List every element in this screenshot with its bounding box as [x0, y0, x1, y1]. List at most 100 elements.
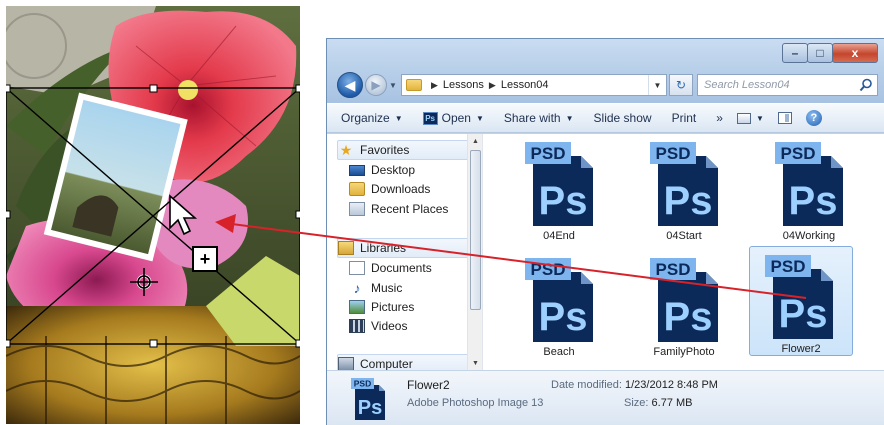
help-button[interactable]: ?: [805, 110, 822, 126]
breadcrumb-lesson04[interactable]: Lesson04: [501, 79, 549, 91]
details-file-name: Flower2: [407, 378, 450, 392]
chevron-down-icon: ▼: [394, 113, 403, 123]
search-icon[interactable]: [859, 78, 873, 92]
date-modified-value: 1/23/2012 8:48 PM: [625, 379, 718, 391]
chevron-down-icon: ▼: [565, 113, 574, 123]
recent-places-icon: [349, 202, 365, 216]
forward-button[interactable]: ▶: [365, 74, 387, 96]
navigation-row: ◀ ▶ ▼ ▶ Lessons ▶ Lesson04 ▼ ↻ Search Le…: [337, 71, 878, 99]
command-bar: Organize ▼ Ps Open ▼ Share with ▼ Slide …: [327, 103, 884, 133]
pictures-icon: [349, 300, 365, 314]
nav-libraries[interactable]: Libraries: [337, 238, 472, 258]
file-item-selected[interactable]: Flower2: [749, 246, 853, 356]
nav-videos[interactable]: Videos: [349, 316, 407, 336]
explorer-window: – □ x ◀ ▶ ▼ ▶ Lessons ▶ Lesson04 ▼ ↻ Sea…: [326, 38, 884, 425]
file-name: 04End: [543, 230, 575, 242]
organize-menu[interactable]: Organize ▼: [341, 111, 403, 125]
nav-favorites[interactable]: ★ Favorites: [337, 140, 475, 160]
nav-favorites-label: Favorites: [360, 143, 410, 157]
nav-computer-label: Computer: [360, 357, 413, 370]
file-item[interactable]: 04End: [507, 136, 611, 246]
file-item[interactable]: FamilyPhoto: [632, 252, 736, 362]
nav-recent-places-label: Recent Places: [371, 202, 449, 216]
file-item[interactable]: Beach: [507, 252, 611, 362]
nav-computer[interactable]: Computer: [337, 354, 478, 370]
slide-show-button[interactable]: Slide show: [594, 111, 652, 125]
more-commands-label: »: [716, 111, 723, 125]
nav-downloads-label: Downloads: [371, 182, 431, 196]
psd-file-icon: [523, 256, 595, 344]
nav-music[interactable]: ♪ Music: [349, 278, 403, 298]
scroll-down-arrow[interactable]: ▼: [468, 356, 482, 370]
window-controls: – □ x: [782, 43, 878, 65]
view-icon: [736, 112, 751, 124]
scrollbar-thumb[interactable]: [470, 150, 481, 310]
nav-downloads[interactable]: Downloads: [349, 179, 430, 199]
open-label: Open: [441, 111, 471, 125]
music-icon: ♪: [353, 280, 361, 296]
canvas-artwork: [6, 6, 300, 424]
share-with-menu[interactable]: Share with ▼: [504, 111, 574, 125]
file-list: 04End 04Start 04Working Beach FamilyPhot…: [487, 134, 884, 370]
navigation-pane: ★ Favorites Desktop Downloads Recent Pla…: [327, 134, 483, 370]
file-item[interactable]: 04Start: [632, 136, 736, 246]
folder-icon: [406, 79, 422, 91]
psd-file-icon: [763, 253, 835, 341]
share-with-label: Share with: [503, 111, 561, 125]
print-label: Print: [671, 111, 697, 125]
details-file-type: Adobe Photoshop Image 13: [407, 397, 544, 409]
slide-show-label: Slide show: [593, 111, 652, 125]
file-name: 04Working: [782, 230, 836, 242]
psd-file-icon: [773, 140, 845, 228]
close-button[interactable]: x: [832, 43, 878, 63]
downloads-icon: [349, 182, 365, 196]
nav-desktop-label: Desktop: [371, 163, 416, 177]
file-name: 04Start: [666, 230, 702, 242]
chevron-right-icon[interactable]: ▶: [431, 80, 438, 91]
file-item[interactable]: 04Working: [757, 136, 861, 246]
recent-pages-dropdown[interactable]: ▼: [387, 81, 399, 90]
size-value: 6.77 MB: [651, 397, 693, 409]
star-icon: ★: [339, 142, 353, 158]
photoshop-icon: Ps: [422, 111, 438, 125]
scroll-up-arrow[interactable]: ▲: [468, 134, 482, 148]
print-button[interactable]: Print: [672, 111, 697, 125]
address-bar[interactable]: ▶ Lessons ▶ Lesson04 ▼: [401, 74, 667, 96]
more-commands-button[interactable]: »: [716, 111, 723, 125]
change-view-button[interactable]: ▼: [736, 112, 764, 124]
nav-pictures-label: Pictures: [371, 300, 415, 314]
videos-icon: [349, 319, 365, 333]
details-date-modified: Date modified: 1/23/2012 8:48 PM: [551, 379, 718, 391]
libraries-icon: [338, 241, 354, 255]
breadcrumb-lessons[interactable]: Lessons: [443, 79, 484, 91]
nav-pictures[interactable]: Pictures: [349, 297, 414, 317]
photoshop-canvas[interactable]: [6, 6, 300, 424]
nav-music-label: Music: [371, 281, 403, 295]
computer-icon: [338, 357, 354, 370]
search-input[interactable]: Search Lesson04: [697, 74, 878, 96]
psd-file-icon: [523, 140, 595, 228]
nav-desktop[interactable]: Desktop: [349, 160, 415, 180]
screenshot-root: – □ x ◀ ▶ ▼ ▶ Lessons ▶ Lesson04 ▼ ↻ Sea…: [0, 0, 884, 425]
open-menu[interactable]: Ps Open ▼: [422, 111, 484, 125]
nav-recent-places[interactable]: Recent Places: [349, 199, 448, 219]
content-area: ★ Favorites Desktop Downloads Recent Pla…: [327, 134, 884, 370]
nav-pane-scrollbar[interactable]: ▲ ▼: [467, 134, 482, 370]
nav-documents[interactable]: Documents: [349, 258, 432, 278]
chevron-right-icon[interactable]: ▶: [489, 80, 496, 91]
preview-pane-button[interactable]: [777, 112, 792, 124]
refresh-button[interactable]: ↻: [669, 74, 693, 96]
details-size: Size: 6.77 MB: [624, 397, 693, 409]
chevron-down-icon: ▼: [475, 113, 484, 123]
address-dropdown-button[interactable]: ▼: [648, 75, 666, 95]
nav-documents-label: Documents: [371, 261, 432, 275]
search-placeholder: Search Lesson04: [704, 79, 790, 91]
organize-label: Organize: [341, 111, 390, 125]
file-name: Flower2: [781, 343, 821, 355]
chevron-down-icon: ▼: [755, 113, 764, 123]
minimize-button[interactable]: –: [782, 43, 808, 63]
back-button[interactable]: ◀: [337, 72, 363, 98]
nav-videos-label: Videos: [371, 319, 408, 333]
details-pane: Flower2 Adobe Photoshop Image 13 Date mo…: [327, 370, 884, 425]
maximize-button[interactable]: □: [807, 43, 833, 63]
